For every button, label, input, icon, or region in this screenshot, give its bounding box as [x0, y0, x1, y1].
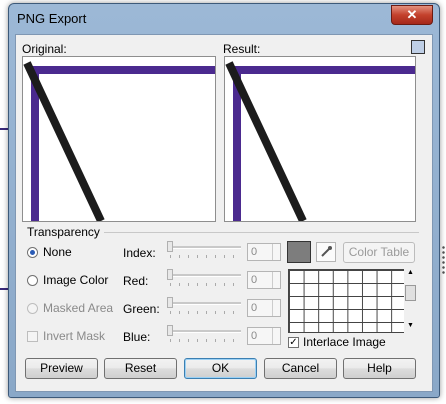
scroll-down-arrow[interactable]: ▼ — [407, 322, 414, 329]
slider-track — [167, 246, 241, 249]
radio-image-color[interactable] — [27, 275, 38, 286]
window-title: PNG Export — [17, 11, 87, 26]
blue-spinbox[interactable]: 0 — [247, 327, 281, 345]
blue-slider[interactable] — [167, 324, 241, 344]
green-spinbox[interactable]: 0 — [247, 299, 281, 317]
result-preview-image — [225, 61, 415, 221]
original-preview-image — [23, 61, 215, 221]
group-divider — [104, 232, 419, 233]
dialog-body: Original: Result: Transparency None Imag… — [15, 34, 433, 392]
eyedropper-icon — [321, 246, 332, 257]
color-table-button[interactable]: Color Table — [343, 242, 415, 263]
spin-arrows[interactable] — [272, 244, 280, 260]
slider-thumb[interactable] — [167, 241, 173, 252]
blue-value: 0 — [251, 330, 258, 342]
cancel-button[interactable]: Cancel — [264, 358, 337, 379]
invert-mask-checkbox[interactable] — [27, 331, 38, 342]
ok-button[interactable]: OK — [184, 358, 257, 379]
slider-ticks — [170, 311, 240, 314]
color-palette-grid[interactable] — [288, 269, 406, 333]
interlace-label: Interlace Image — [303, 335, 386, 349]
green-slider[interactable] — [167, 296, 241, 316]
radio-masked-area-label: Masked Area — [43, 301, 114, 315]
radio-none-label: None — [43, 245, 72, 259]
invert-mask-label: Invert Mask — [43, 329, 106, 343]
slider-thumb[interactable] — [167, 297, 173, 308]
radio-masked-area[interactable] — [27, 303, 38, 314]
transparency-group-label: Transparency — [27, 225, 100, 239]
radio-none[interactable] — [27, 247, 38, 258]
interlace-checkbox[interactable]: ✓ — [288, 337, 299, 348]
slider-ticks — [170, 255, 240, 258]
slider-ticks — [170, 339, 240, 342]
index-value: 0 — [251, 246, 258, 258]
slider-thumb[interactable] — [167, 325, 173, 336]
spin-arrows[interactable] — [272, 328, 280, 344]
background-line — [0, 288, 8, 290]
result-label: Result: — [223, 42, 261, 56]
palette-scrollbar[interactable]: ▲ ▼ — [404, 269, 418, 333]
original-preview — [22, 56, 216, 222]
scroll-thumb[interactable] — [405, 285, 416, 301]
slider-track — [167, 274, 241, 277]
spin-arrows[interactable] — [272, 272, 280, 288]
result-preview — [224, 56, 416, 222]
red-spinbox[interactable]: 0 — [247, 271, 281, 289]
slider-thumb[interactable] — [167, 269, 173, 280]
help-button[interactable]: Help — [343, 358, 416, 379]
png-export-dialog: PNG Export ✕ Original: Result: Transpare… — [8, 3, 440, 398]
save-icon[interactable] — [411, 40, 425, 54]
green-label: Green: — [123, 302, 160, 316]
index-label: Index: — [123, 246, 156, 260]
color-swatch — [287, 241, 311, 263]
slider-ticks — [170, 283, 240, 286]
red-label: Red: — [123, 274, 149, 288]
red-slider[interactable] — [167, 268, 241, 288]
title-bar: PNG Export ✕ — [9, 4, 439, 32]
slider-track — [167, 302, 241, 305]
red-value: 0 — [251, 274, 258, 286]
reset-button[interactable]: Reset — [104, 358, 177, 379]
preview-button[interactable]: Preview — [25, 358, 98, 379]
index-spinbox[interactable]: 0 — [247, 243, 281, 261]
radio-image-color-label: Image Color — [43, 273, 109, 287]
scroll-up-arrow[interactable]: ▲ — [407, 269, 414, 276]
green-value: 0 — [251, 302, 258, 314]
eyedropper-button[interactable] — [316, 242, 336, 262]
background-line — [0, 128, 8, 130]
blue-label: Blue: — [123, 330, 151, 344]
close-button[interactable]: ✕ — [391, 5, 433, 25]
index-slider[interactable] — [167, 240, 241, 260]
spin-arrows[interactable] — [272, 300, 280, 316]
slider-track — [167, 330, 241, 333]
original-label: Original: — [22, 42, 67, 56]
